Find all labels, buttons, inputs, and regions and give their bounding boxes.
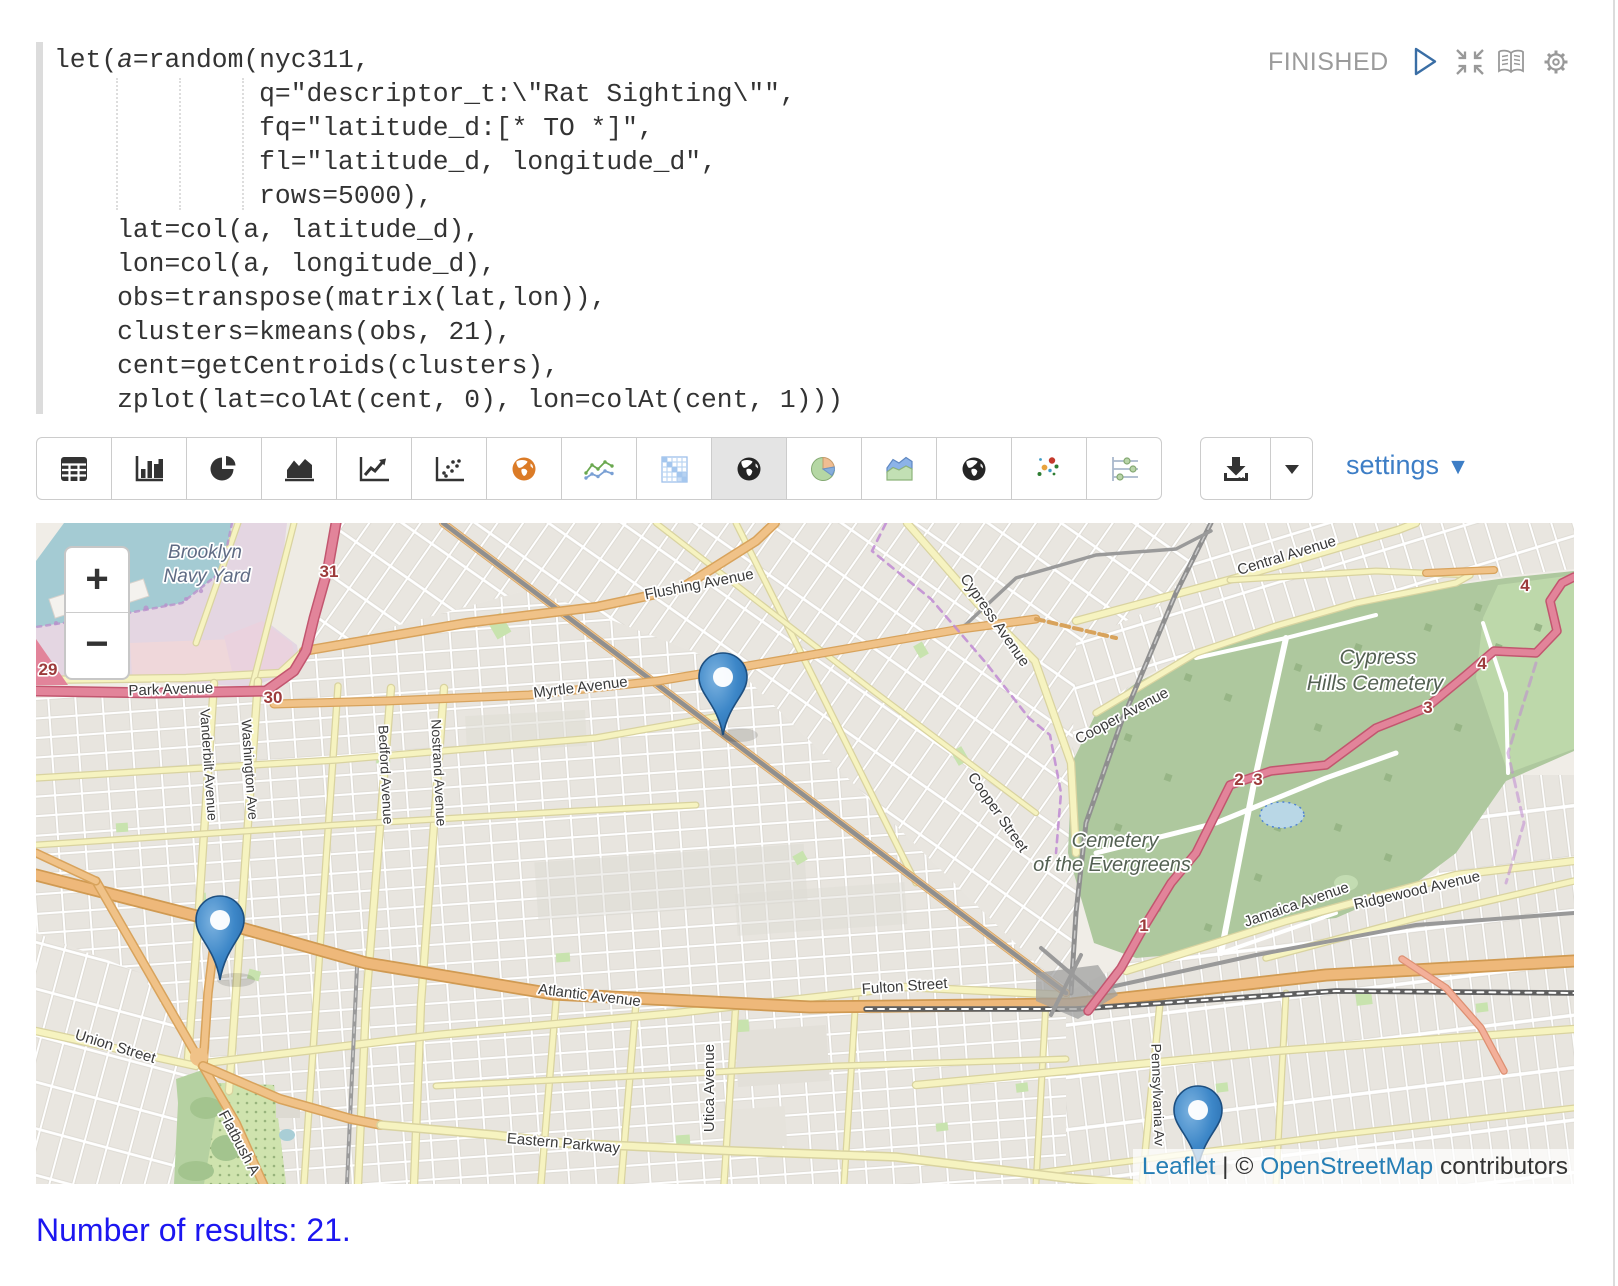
- svg-text:4: 4: [1477, 654, 1487, 673]
- svg-text:Hills Cemetery: Hills Cemetery: [1307, 672, 1445, 695]
- svg-text:30: 30: [264, 688, 283, 707]
- svg-text:Navy Yard: Navy Yard: [164, 566, 252, 587]
- svg-text:Utica Avenue: Utica Avenue: [701, 1044, 718, 1132]
- svg-text:Brooklyn: Brooklyn: [168, 542, 242, 563]
- svg-text:of the Evergreens: of the Evergreens: [1033, 854, 1191, 876]
- svg-text:4: 4: [1520, 576, 1530, 595]
- svg-text:3: 3: [1253, 770, 1262, 789]
- svg-text:Cemetery: Cemetery: [1072, 830, 1160, 852]
- svg-text:31: 31: [320, 562, 339, 581]
- svg-text:2: 2: [1234, 770, 1243, 789]
- svg-text:29: 29: [39, 660, 58, 679]
- svg-text:Cypress: Cypress: [1339, 646, 1417, 669]
- svg-text:3: 3: [1423, 698, 1432, 717]
- svg-text:1: 1: [1139, 916, 1148, 935]
- svg-text:Park Avenue: Park Avenue: [128, 680, 213, 700]
